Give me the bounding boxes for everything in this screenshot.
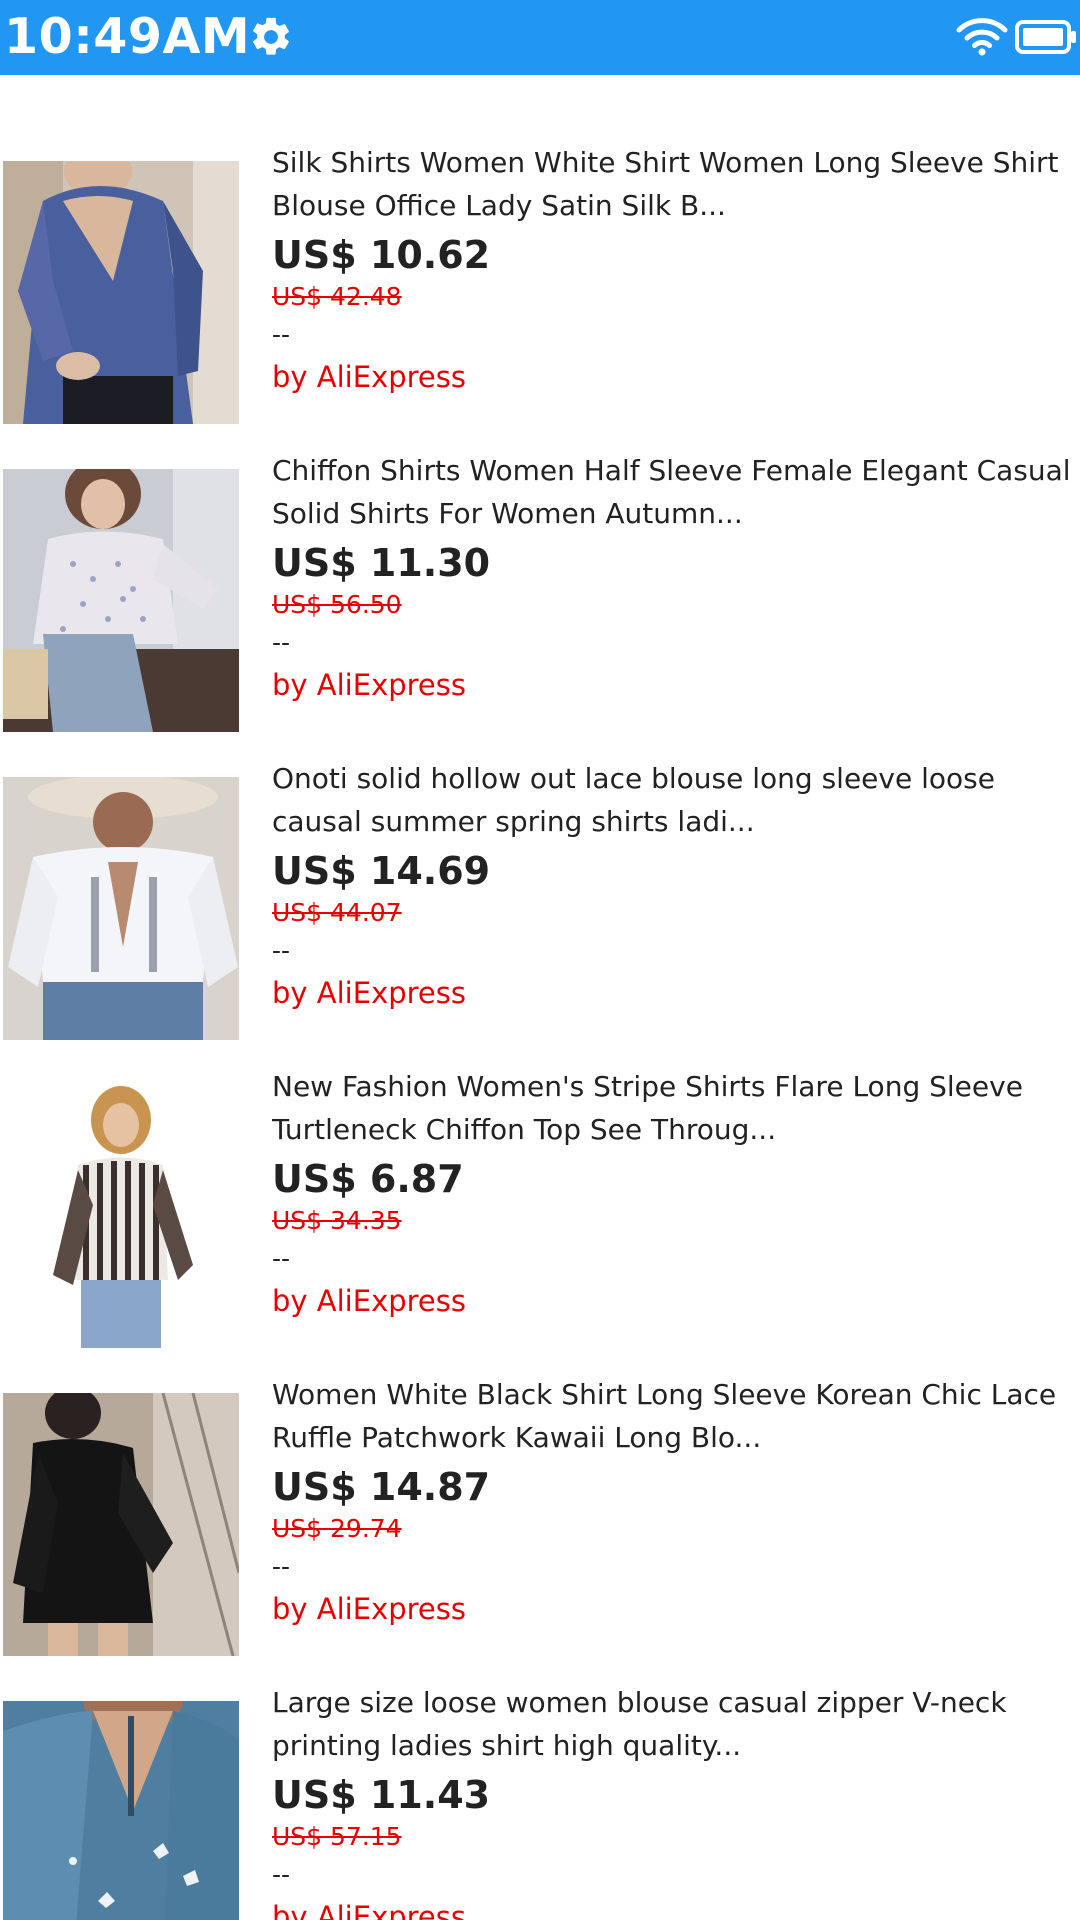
product-item[interactable]: Chiffon Shirts Women Half Sleeve Female … [0,383,1080,732]
product-original-price: US$ 44.07 [272,898,402,927]
gear-icon [253,17,289,55]
product-price: US$ 11.30 [272,541,491,585]
product-info: Large size loose women blouse casual zip… [272,1681,1072,1920]
product-price: US$ 10.62 [272,233,491,277]
product-info: Chiffon Shirts Women Half Sleeve Female … [272,449,1072,707]
product-title[interactable]: Women White Black Shirt Long Sleeve Kore… [272,1373,1072,1459]
product-item[interactable]: New Fashion Women's Stripe Shirts Flare … [0,999,1080,1348]
product-price: US$ 6.87 [272,1157,464,1201]
product-price: US$ 14.87 [272,1465,491,1509]
product-title[interactable]: New Fashion Women's Stripe Shirts Flare … [272,1065,1072,1151]
wifi-icon [956,18,1008,56]
product-title[interactable]: Onoti solid hollow out lace blouse long … [272,757,1072,843]
product-original-price: US$ 34.35 [272,1206,402,1235]
battery-icon [1015,20,1076,54]
product-seller[interactable]: by AliExpress [272,1895,1072,1920]
product-list: Silk Shirts Women White Shirt Women Long… [0,75,1080,1920]
product-item[interactable]: Women White Black Shirt Long Sleeve Kore… [0,1307,1080,1656]
product-price: US$ 14.69 [272,849,491,893]
product-info: Women White Black Shirt Long Sleeve Kore… [272,1373,1072,1631]
product-price: US$ 11.43 [272,1773,491,1817]
status-bar: 10:49AM [0,0,1080,75]
product-item[interactable]: Silk Shirts Women White Shirt Women Long… [0,75,1080,424]
product-title[interactable]: Large size loose women blouse casual zip… [272,1681,1072,1767]
product-info: New Fashion Women's Stripe Shirts Flare … [272,1065,1072,1323]
product-item[interactable]: Onoti solid hollow out lace blouse long … [0,691,1080,1040]
product-title[interactable]: Chiffon Shirts Women Half Sleeve Female … [272,449,1072,535]
product-original-price: US$ 29.74 [272,1514,402,1543]
product-rating: -- [272,320,291,349]
product-rating: -- [272,1860,291,1889]
product-item[interactable]: Large size loose women blouse casual zip… [0,1615,1080,1920]
product-image[interactable] [3,1701,239,1920]
product-rating: -- [272,936,291,965]
product-info: Silk Shirts Women White Shirt Women Long… [272,141,1072,399]
product-rating: -- [272,628,291,657]
product-original-price: US$ 42.48 [272,282,402,311]
product-rating: -- [272,1244,291,1273]
product-original-price: US$ 56.50 [272,590,402,619]
product-info: Onoti solid hollow out lace blouse long … [272,757,1072,1015]
product-title[interactable]: Silk Shirts Women White Shirt Women Long… [272,141,1072,227]
status-time: 10:49AM [4,8,251,65]
product-rating: -- [272,1552,291,1581]
product-original-price: US$ 57.15 [272,1822,402,1851]
